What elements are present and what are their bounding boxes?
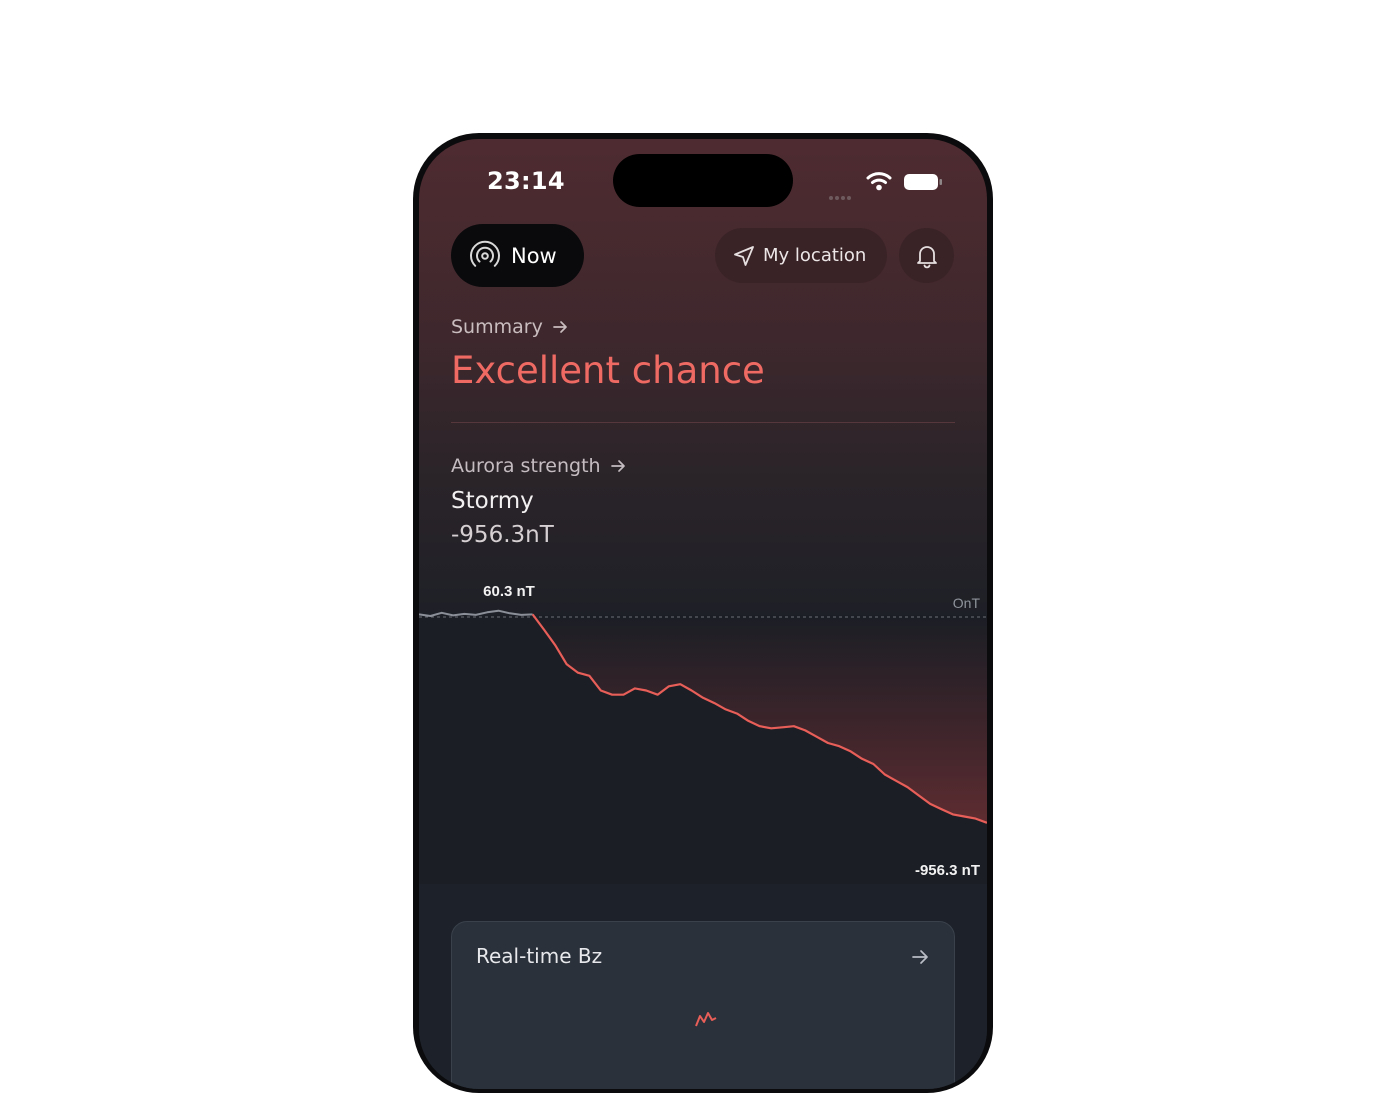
chart-end-label: -956.3 nT xyxy=(915,862,980,879)
arrow-right-icon xyxy=(610,460,625,472)
summary-label: Summary xyxy=(451,316,543,338)
wifi-icon xyxy=(866,172,892,191)
location-arrow-icon xyxy=(734,245,754,266)
chart-start-label: 60.3 nT xyxy=(483,583,535,600)
aurora-strength-link[interactable]: Aurora strength xyxy=(451,455,627,477)
now-label: Now xyxy=(511,243,557,268)
aurora-strength-chart: 60.3 nT OnT -956.3 nT xyxy=(419,583,987,884)
bell-icon xyxy=(916,245,937,268)
realtime-bz-card[interactable]: Real-time Bz xyxy=(451,921,955,1089)
my-location-button[interactable]: My location xyxy=(715,228,887,283)
my-location-label: My location xyxy=(763,245,867,266)
chart-zero-label: OnT xyxy=(953,595,981,611)
cellular-signal-icon xyxy=(829,185,853,204)
bz-chart-peek xyxy=(695,1012,717,1027)
arrow-right-icon xyxy=(552,321,567,333)
summary-value: Excellent chance xyxy=(451,349,765,392)
status-time: 23:14 xyxy=(487,167,565,195)
section-divider xyxy=(451,422,955,423)
app-screen: 23:14 Now My location Summary Excellent … xyxy=(419,139,987,1089)
broadcast-icon xyxy=(470,240,500,267)
arrow-right-icon xyxy=(912,950,928,964)
realtime-bz-title: Real-time Bz xyxy=(476,944,603,968)
notifications-button[interactable] xyxy=(899,228,954,283)
aurora-value: -956.3nT xyxy=(451,522,554,548)
summary-link[interactable]: Summary xyxy=(451,316,569,338)
dynamic-island xyxy=(613,154,793,207)
now-button[interactable]: Now xyxy=(451,224,584,287)
aurora-level: Stormy xyxy=(451,488,534,514)
aurora-strength-label: Aurora strength xyxy=(451,455,601,477)
battery-icon xyxy=(904,174,942,190)
